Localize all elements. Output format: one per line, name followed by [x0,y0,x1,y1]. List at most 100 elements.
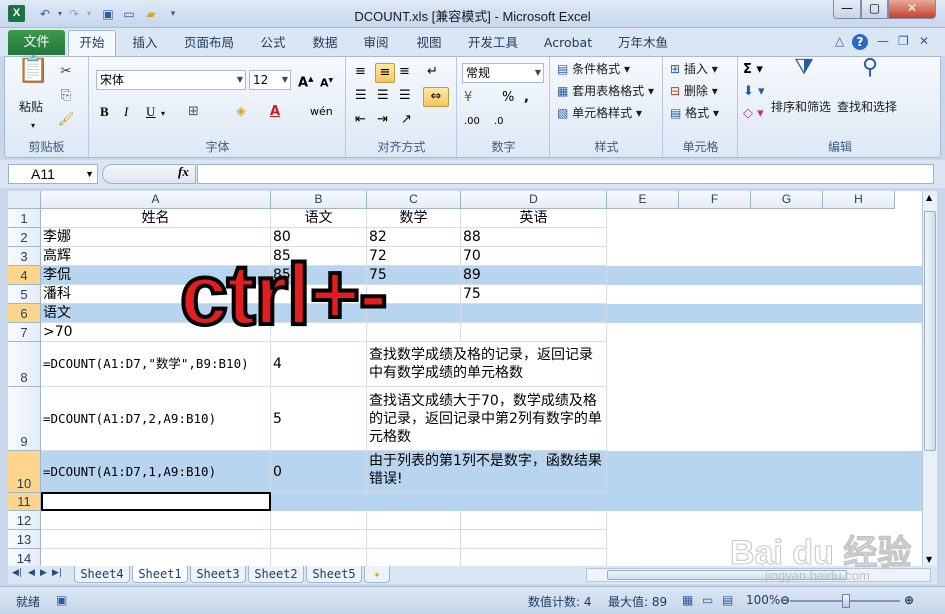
clear-icon[interactable]: ◇ ▾ [743,105,764,123]
collapse-ribbon-icon[interactable]: △ [835,34,844,48]
italic-icon[interactable]: I [124,103,128,121]
sheet-tab-sheet2[interactable]: Sheet2 [248,566,304,583]
copy-icon[interactable]: ⎘ [57,87,75,105]
shrink-font-icon[interactable]: A▼ [320,72,333,93]
scroll-up-icon[interactable]: ▲ [926,193,932,202]
sort-filter-icon[interactable]: ⧩ [789,57,819,79]
font-name-combo[interactable]: 宋体 ▼ [96,70,246,90]
row-header-14[interactable]: 14 [8,549,41,566]
cell-b8[interactable]: 4 [271,342,367,387]
find-select-button[interactable]: 查找和选择 [837,99,897,115]
cell-a9[interactable]: =DCOUNT(A1:D7,2,A9:B10) [41,387,271,451]
zoom-level[interactable]: 100% [746,593,780,607]
cell-a12[interactable] [41,511,271,530]
orientation-icon[interactable]: ↗ [401,111,412,129]
cell-b2[interactable]: 80 [271,228,367,247]
tab-wannianmuyu[interactable]: 万年木鱼 [612,33,674,55]
conditional-formatting-button[interactable]: ▤ 条件格式 ▾ [557,61,630,77]
decrease-indent-icon[interactable]: ⇤ [355,111,366,129]
underline-icon[interactable]: U [146,103,155,121]
insert-cells-button[interactable]: ⊞ 插入 ▾ [670,61,718,77]
cell-c8[interactable]: 查找数学成绩及格的记录，返回记录中有数学成绩的单元格数 [367,342,607,387]
maximize-button[interactable]: ▢ [861,0,888,19]
cell-c13[interactable] [367,530,461,549]
column-header-e[interactable]: E [607,191,679,209]
align-right-icon[interactable]: ☰ [399,87,411,105]
row-header-12[interactable]: 12 [8,511,41,530]
prev-sheet-icon[interactable]: ◀ [28,568,35,578]
align-top-icon[interactable]: ≡ [355,63,366,81]
doc-close-icon[interactable]: ✕ [919,34,929,48]
number-format-combo[interactable]: 常规 ▼ [462,63,544,83]
cell-a8[interactable]: =DCOUNT(A1:D7,"数学",B9:B10) [41,342,271,387]
cell-b14[interactable] [271,549,367,566]
format-cells-button[interactable]: ▤ 格式 ▾ [670,105,719,121]
cell-b9[interactable]: 5 [271,387,367,451]
cell-d6[interactable] [461,304,607,323]
fill-color-icon[interactable]: ◈ [236,103,246,121]
row-header-7[interactable]: 7 [8,323,41,342]
row-header-4[interactable]: 4 [8,266,41,285]
align-bottom-icon[interactable]: ≡ [399,63,410,81]
cell-d1[interactable]: 英语 [461,209,607,228]
row-header-13[interactable]: 13 [8,530,41,549]
paste-icon[interactable]: 📋 [17,57,49,97]
row-header-1[interactable]: 1 [8,209,41,228]
wrap-text-icon[interactable]: ↵ [427,63,438,81]
column-header-c[interactable]: C [367,191,461,209]
percent-icon[interactable]: % [502,89,514,107]
format-as-table-button[interactable]: ▦ 套用表格格式 ▾ [557,83,654,99]
minimize-button[interactable]: — [833,0,861,19]
paste-button[interactable]: 粘贴 [19,99,43,115]
find-select-icon[interactable]: ⚲ [855,57,885,79]
cell-c2[interactable]: 82 [367,228,461,247]
scroll-down-icon[interactable]: ▼ [926,555,932,564]
vertical-scrollbar[interactable]: ▲ ▼ [922,191,937,566]
doc-minimize-icon[interactable]: — [877,34,889,48]
align-left-icon[interactable]: ☰ [355,87,367,105]
delete-cells-button[interactable]: ⊟ 删除 ▾ [670,83,718,99]
cell-b10[interactable]: 0 [271,451,367,493]
select-all-corner[interactable] [8,191,41,209]
cell-a13[interactable] [41,530,271,549]
tab-page-layout[interactable]: 页面布局 [178,33,240,55]
format-painter-icon[interactable]: 🖌 [57,111,75,129]
cell-b1[interactable]: 语文 [271,209,367,228]
next-sheet-icon[interactable]: ▶ [40,568,47,578]
close-button[interactable]: ✕ [888,0,936,19]
increase-indent-icon[interactable]: ⇥ [377,111,388,129]
page-break-view-icon[interactable]: ▤ [722,593,733,607]
cell-b12[interactable] [271,511,367,530]
first-sheet-icon[interactable]: ◀| [12,568,22,578]
column-header-a[interactable]: A [41,191,271,209]
sheet-tab-sheet5[interactable]: Sheet5 [306,566,362,583]
tab-formulas[interactable]: 公式 [252,33,294,55]
borders-icon[interactable]: ⊞ [188,103,199,121]
column-header-f[interactable]: F [679,191,751,209]
paste-dropdown-icon[interactable]: ▾ [31,117,35,135]
sheet-tab-sheet3[interactable]: Sheet3 [190,566,246,583]
comma-style-icon[interactable]: , [524,89,529,107]
cell-c10[interactable]: 由于列表的第1列不是数字，函数结果错误! [367,451,607,493]
tab-acrobat[interactable]: Acrobat [538,33,598,55]
row-header-9[interactable]: 9 [8,387,41,451]
doc-restore-icon[interactable]: ❐ [898,34,909,48]
row-header-11[interactable]: 11 [8,493,41,511]
phonetic-icon[interactable]: wén [310,103,333,121]
cell-c12[interactable] [367,511,461,530]
bold-icon[interactable]: B [100,103,109,121]
autosum-icon[interactable]: Σ ▾ [743,61,763,79]
font-size-combo[interactable]: 12 ▼ [249,70,291,90]
cell-d5[interactable]: 75 [461,285,607,304]
cell-a1[interactable]: 姓名 [41,209,271,228]
cell-a14[interactable] [41,549,271,566]
sort-filter-button[interactable]: 排序和筛选 [771,99,831,115]
name-box[interactable]: A11 ▼ [8,164,98,184]
cell-a2[interactable]: 李娜 [41,228,271,247]
row-header-5[interactable]: 5 [8,285,41,304]
cell-b13[interactable] [271,530,367,549]
font-color-icon[interactable]: A [270,103,280,121]
vertical-scroll-thumb[interactable] [924,211,936,451]
cell-d13[interactable] [461,530,607,549]
cell-d3[interactable]: 70 [461,247,607,266]
